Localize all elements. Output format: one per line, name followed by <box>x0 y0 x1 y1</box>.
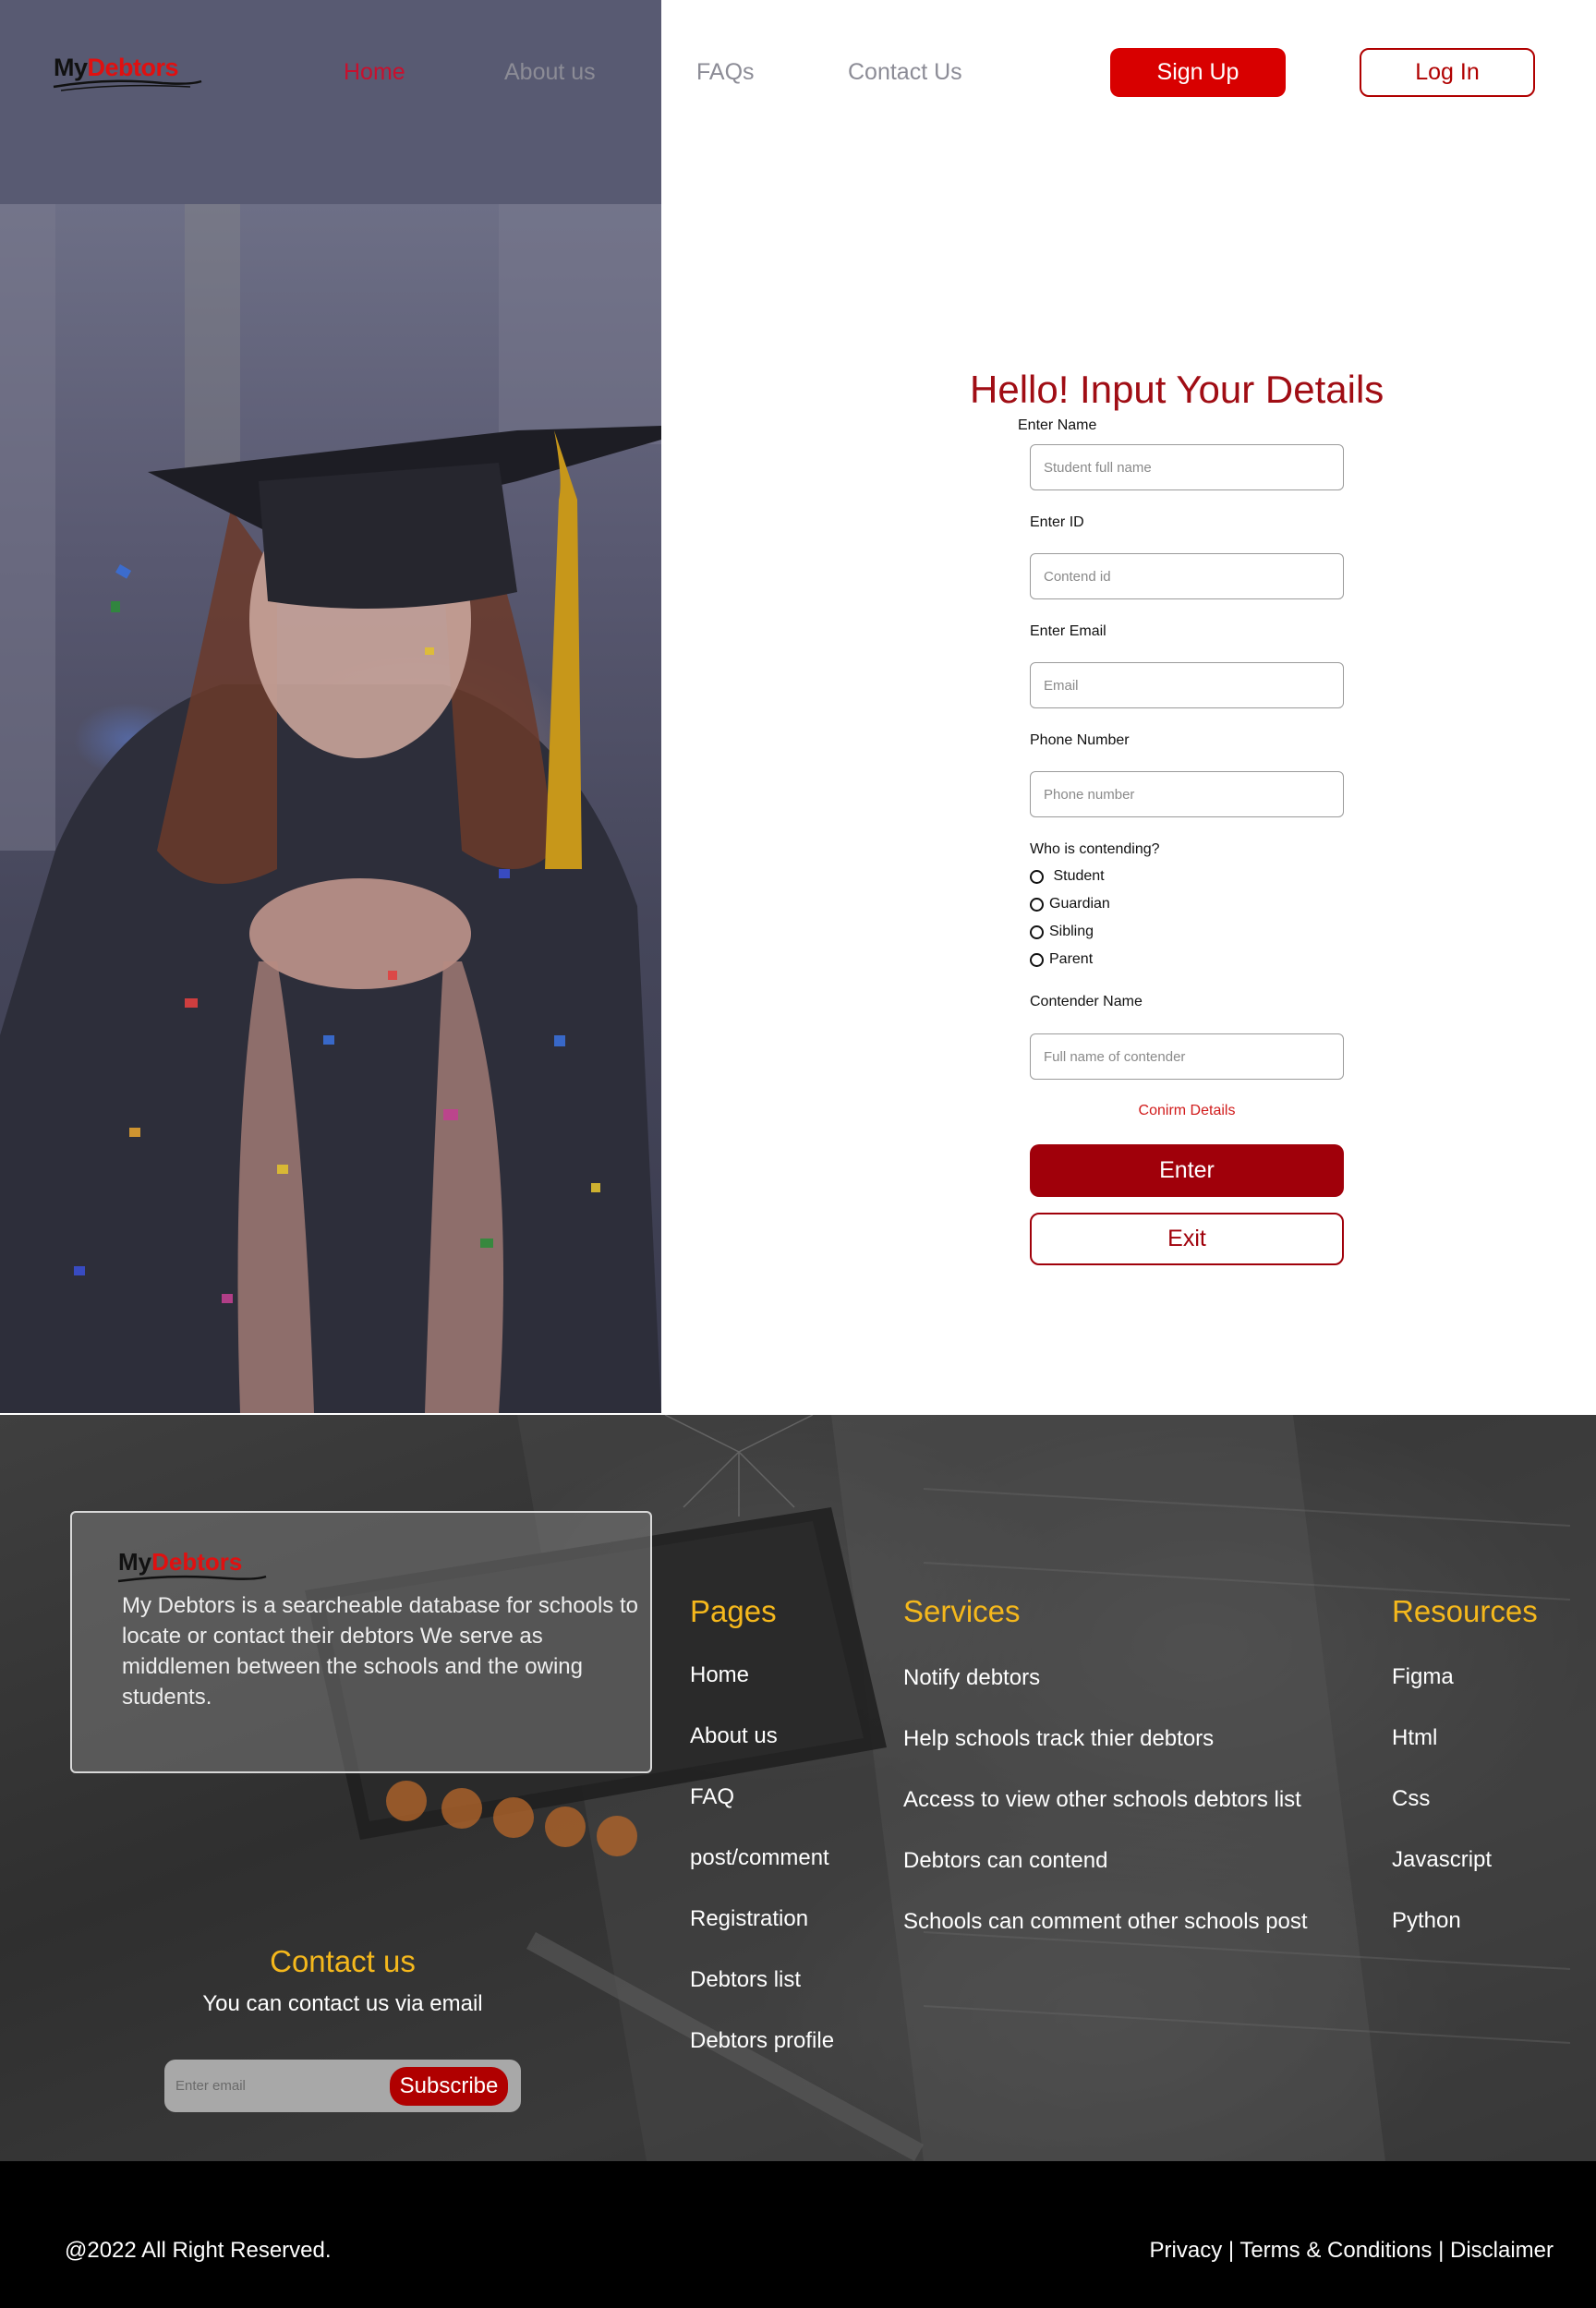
service-view-debtors-list[interactable]: Access to view other schools debtors lis… <box>903 1787 1301 1813</box>
nav-about-us[interactable]: About us <box>504 59 596 86</box>
contender-label: Contender Name <box>1030 994 1143 1009</box>
contact-subtext: You can contact us via email <box>202 1991 483 2016</box>
resource-python[interactable]: Python <box>1392 1908 1461 1934</box>
radio-student[interactable]: Student <box>1030 868 1105 885</box>
service-schools-comment[interactable]: Schools can comment other schools post <box>903 1909 1308 1935</box>
radio-guardian[interactable]: Guardian <box>1030 896 1110 912</box>
email-label: Enter Email <box>1030 623 1106 639</box>
about-description: My Debtors is a searcheable database for… <box>122 1593 638 1710</box>
footer-link-post-comment[interactable]: post/comment <box>690 1845 829 1871</box>
resource-css[interactable]: Css <box>1392 1786 1430 1812</box>
footer: MyDebtors My Debtors is a searcheable da… <box>0 1415 1596 2161</box>
enter-button[interactable]: Enter <box>1030 1144 1344 1197</box>
footer-link-about-us[interactable]: About us <box>690 1723 778 1749</box>
bottom-bar: @2022 All Right Reserved. Privacy | Term… <box>0 2161 1596 2308</box>
name-input[interactable]: Student full name <box>1030 444 1344 490</box>
contending-label: Who is contending? <box>1030 841 1160 857</box>
radio-parent[interactable]: Parent <box>1030 951 1093 968</box>
id-input[interactable]: Contend id <box>1030 553 1344 599</box>
radio-parent-label: Parent <box>1049 951 1094 967</box>
services-heading: Services <box>903 1594 1021 1628</box>
subscribe-form: Enter email Subscribe <box>164 2060 521 2112</box>
hero-panel <box>0 0 661 1413</box>
log-in-button[interactable]: Log In <box>1360 48 1535 97</box>
resource-figma[interactable]: Figma <box>1392 1664 1454 1690</box>
email-input[interactable]: Email <box>1030 662 1344 708</box>
nav-home[interactable]: Home <box>344 59 405 86</box>
pages-heading: Pages <box>690 1594 777 1628</box>
service-debtors-contend[interactable]: Debtors can contend <box>903 1848 1107 1874</box>
radio-circle-icon[interactable] <box>1030 869 1044 884</box>
exit-button[interactable]: Exit <box>1030 1213 1344 1265</box>
resource-html[interactable]: Html <box>1392 1725 1437 1751</box>
footer-link-home[interactable]: Home <box>690 1662 749 1688</box>
nav-contact-us[interactable]: Contact Us <box>848 59 962 86</box>
radio-student-label: Student <box>1049 868 1105 884</box>
confirm-details-link[interactable]: Conirm Details <box>1030 1103 1344 1119</box>
name-label: Enter Name <box>1018 417 1097 433</box>
id-label: Enter ID <box>1030 514 1084 530</box>
contender-input[interactable]: Full name of contender <box>1030 1033 1344 1080</box>
graduate-illustration <box>0 204 661 1413</box>
sign-up-button[interactable]: Sign Up <box>1110 48 1286 97</box>
about-card: MyDebtors My Debtors is a searcheable da… <box>70 1511 652 1773</box>
logo-swoosh-icon <box>53 79 202 91</box>
legal-links[interactable]: Privacy | Terms & Conditions | Disclaime… <box>1150 2238 1554 2264</box>
resources-heading: Resources <box>1392 1594 1538 1628</box>
phone-label: Phone Number <box>1030 732 1130 748</box>
radio-circle-icon[interactable] <box>1030 897 1044 912</box>
radio-sibling-label: Sibling <box>1049 924 1094 939</box>
footer-logo-swoosh-icon <box>117 1575 267 1583</box>
resource-javascript[interactable]: Javascript <box>1392 1847 1492 1873</box>
form-title: Hello! Input Your Details <box>970 368 1384 411</box>
nav-faqs[interactable]: FAQs <box>696 59 755 86</box>
footer-link-registration[interactable]: Registration <box>690 1906 808 1932</box>
service-notify-debtors[interactable]: Notify debtors <box>903 1665 1040 1691</box>
subscribe-email-input[interactable]: Enter email <box>175 2078 246 2094</box>
radio-circle-icon[interactable] <box>1030 924 1044 939</box>
graduate-photo <box>0 204 661 1413</box>
footer-link-debtors-profile[interactable]: Debtors profile <box>690 2028 834 2054</box>
radio-guardian-label: Guardian <box>1049 896 1110 912</box>
phone-input[interactable]: Phone number <box>1030 771 1344 817</box>
subscribe-button[interactable]: Subscribe <box>390 2067 508 2106</box>
contact-heading: Contact us <box>270 1944 416 1978</box>
radio-sibling[interactable]: Sibling <box>1030 924 1094 940</box>
footer-link-faq[interactable]: FAQ <box>690 1784 734 1810</box>
copyright-text: @2022 All Right Reserved. <box>65 2238 332 2263</box>
radio-circle-icon[interactable] <box>1030 952 1044 967</box>
footer-link-debtors-list[interactable]: Debtors list <box>690 1967 801 1993</box>
service-track-debtors[interactable]: Help schools track thier debtors <box>903 1726 1214 1752</box>
